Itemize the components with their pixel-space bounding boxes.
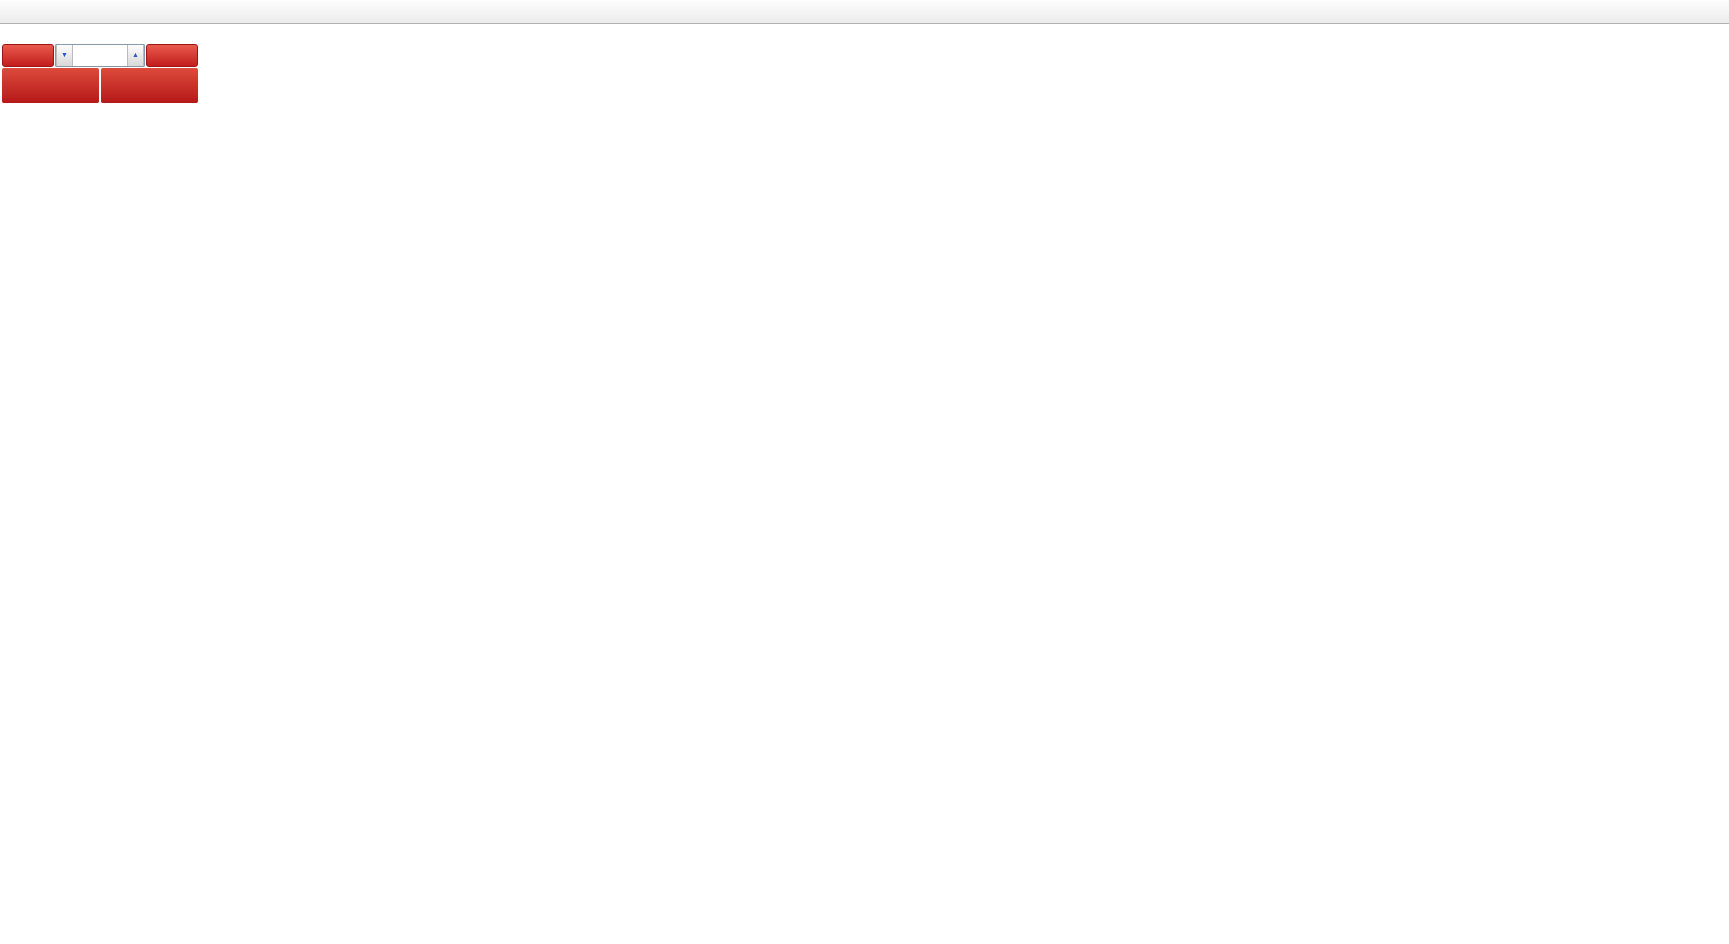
sell-button[interactable] (2, 44, 54, 67)
buy-button[interactable] (146, 44, 198, 67)
volume-decrease-button[interactable]: ▼ (56, 45, 73, 66)
mt4-window: ▼ ▲ (0, 0, 1729, 944)
chart-canvas[interactable] (0, 0, 1729, 944)
one-click-trading-panel: ▼ ▲ (2, 44, 198, 103)
sell-price[interactable] (2, 68, 99, 103)
buy-price[interactable] (101, 68, 198, 103)
main-toolbar (0, 0, 1729, 24)
chart-title (6, 27, 15, 39)
volume-control: ▼ ▲ (55, 44, 145, 67)
volume-input[interactable] (73, 45, 127, 66)
volume-increase-button[interactable]: ▲ (127, 45, 144, 66)
